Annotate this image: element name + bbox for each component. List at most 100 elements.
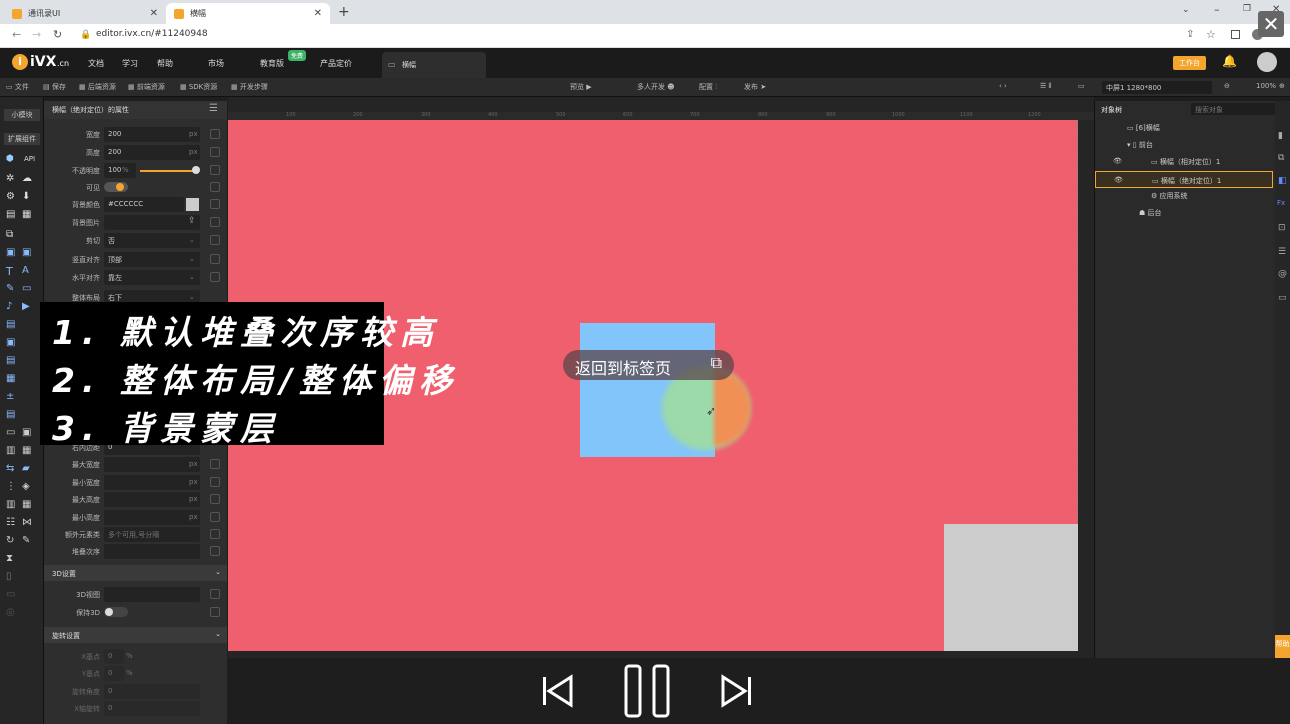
reload-icon[interactable]: ↻ — [53, 28, 62, 41]
form-icon[interactable]: ▤ — [6, 409, 15, 420]
copy-icon[interactable]: ⧉ — [6, 229, 13, 240]
rotate-angle-input[interactable]: 0 — [104, 684, 200, 699]
share-icon[interactable]: ⇪ — [1186, 29, 1194, 40]
dim2-icon[interactable]: ◎ — [6, 607, 15, 618]
tab-extensions[interactable]: 扩展组件 — [4, 133, 40, 145]
cloud-icon[interactable]: ☁ — [22, 173, 32, 184]
y-origin-input[interactable]: 0 — [104, 666, 124, 681]
minimize-icon[interactable]: – — [1214, 3, 1220, 16]
section-3d[interactable]: 3D设置 ⌄ — [44, 565, 227, 581]
link-icon[interactable] — [210, 235, 220, 245]
toolbar-file[interactable]: ▭ 文件 — [6, 82, 29, 92]
link-icon[interactable] — [210, 494, 220, 504]
refresh-icon[interactable]: ↻ — [6, 535, 14, 546]
bookmark-star-icon[interactable]: ☆ — [1206, 28, 1216, 41]
bg-color-input[interactable]: #CCCCCC — [104, 197, 184, 212]
publish-button[interactable]: 发布 ➤ — [744, 82, 766, 92]
fx-icon[interactable]: Fx — [1277, 199, 1285, 207]
height-input[interactable]: 200 — [104, 145, 200, 160]
upload-icon[interactable]: ⇪ — [188, 216, 196, 226]
folder-icon[interactable]: ▰ — [22, 463, 30, 474]
link-icon[interactable] — [210, 607, 220, 617]
panel-icon[interactable]: ▣ — [6, 337, 15, 348]
image-icon[interactable]: ▣ — [6, 247, 15, 258]
x-rotate-input[interactable]: 0 — [104, 701, 200, 716]
share-node-icon[interactable]: ⋈ — [22, 517, 32, 528]
back-icon[interactable]: ← — [12, 28, 21, 41]
download-icon[interactable]: ⬇ — [22, 191, 30, 202]
code-icon[interactable]: ▭ — [1278, 293, 1287, 303]
logic-icon[interactable]: ◧ — [1278, 176, 1287, 186]
user-avatar[interactable] — [1257, 52, 1277, 72]
link-icon[interactable] — [210, 129, 220, 139]
tree-item-root[interactable]: ▭ [6]横幅 — [1127, 123, 1160, 133]
close-tab-icon[interactable]: ✕ — [150, 8, 158, 19]
brush-icon[interactable]: ✎ — [22, 535, 30, 546]
min-width-input[interactable] — [104, 475, 200, 490]
tree-icon[interactable]: ☷ — [6, 517, 15, 528]
link-icon[interactable] — [210, 217, 220, 227]
menu-learn[interactable]: 学习 — [122, 58, 138, 69]
multi-dev-button[interactable]: 多人开发 ☻ — [637, 82, 675, 92]
gray-banner-box[interactable] — [944, 524, 1078, 651]
lock-icon[interactable]: 🔒 — [80, 30, 91, 40]
max-width-input[interactable] — [104, 457, 200, 472]
slider-icon[interactable]: ▥ — [6, 445, 15, 456]
workbench-button[interactable]: 工作台 — [1173, 56, 1206, 70]
settings-icon[interactable]: ⚙ — [6, 191, 15, 202]
keep3d-toggle[interactable] — [104, 607, 128, 617]
align-icon[interactable]: ☰ ⫴ — [1040, 82, 1051, 91]
preview-button[interactable]: 预览 ▶ — [570, 82, 592, 92]
row-icon[interactable]: ▭ — [6, 427, 15, 438]
dots-icon[interactable]: ⋮ — [6, 481, 16, 492]
list-icon[interactable]: ▤ — [6, 355, 15, 366]
opacity-input[interactable]: 100 — [104, 163, 136, 178]
browser-tab[interactable]: 通讯录UI ✕ — [4, 3, 166, 24]
dim-icon[interactable]: ▭ — [6, 589, 15, 600]
width-input[interactable]: 200 — [104, 127, 200, 142]
toolbar-frontend-resources[interactable]: ▦ 前端资源 — [128, 82, 165, 92]
close-overlay-icon[interactable]: ✕ — [1258, 11, 1284, 37]
tree-item-relative[interactable]: ▭ 横幅（相对定位）1 — [1151, 157, 1220, 167]
link-icon[interactable] — [210, 529, 220, 539]
component-icon[interactable]: ⬢ — [6, 154, 14, 164]
new-tab-icon[interactable]: + — [338, 4, 350, 20]
notification-bell-icon[interactable]: 🔔 — [1222, 54, 1237, 68]
link2-icon[interactable]: ⧉ — [1278, 153, 1284, 163]
hourglass-icon[interactable]: ⧗ — [6, 553, 13, 564]
config-button[interactable]: 配置 ⫶ — [699, 82, 717, 92]
toolbar-save[interactable]: ▤ 保存 — [43, 82, 66, 92]
zoom-in-icon[interactable]: ⊕ — [1279, 82, 1285, 90]
video-icon[interactable]: ▶ — [22, 301, 30, 312]
url-text[interactable]: editor.ivx.cn/#11240948 — [96, 29, 208, 39]
gear-icon[interactable]: ✲ — [6, 173, 14, 184]
object-tree-tab[interactable]: 对象树 — [1101, 105, 1122, 115]
link-icon[interactable] — [210, 589, 220, 599]
link-icon[interactable] — [210, 512, 220, 522]
link-icon[interactable] — [210, 182, 220, 192]
toolbar-backend-resources[interactable]: ▦ 后端资源 — [79, 82, 116, 92]
link-icon[interactable] — [210, 199, 220, 209]
toolbar-sdk-resources[interactable]: ▦ SDK资源 — [180, 82, 217, 92]
browser-tab-active[interactable]: 横幅 ✕ — [166, 3, 330, 24]
section-rotate[interactable]: 旋转设置 ⌄ — [44, 627, 227, 643]
tree-item-backend[interactable]: ☗ 后台 — [1139, 208, 1162, 218]
link-icon[interactable] — [210, 477, 220, 487]
tab-small-modules[interactable]: 小模块 — [4, 109, 40, 121]
link-icon[interactable] — [210, 165, 220, 175]
restore-icon[interactable]: ❐ — [1243, 4, 1251, 14]
api-label[interactable]: API — [24, 155, 35, 163]
x-origin-input[interactable]: 0 — [104, 649, 124, 664]
eye-icon[interactable]: 👁 — [1114, 176, 1123, 184]
pause-icon[interactable] — [623, 663, 673, 719]
clip-select[interactable]: 否 — [104, 233, 200, 248]
3d-view-input[interactable] — [104, 587, 200, 602]
extra-class-input[interactable]: 多个可用,号分隔 — [104, 527, 200, 542]
device-select[interactable]: 中屏1 1280*800 — [1102, 81, 1212, 94]
css-icon[interactable]: ☰ — [1278, 247, 1286, 257]
tree-item-selected[interactable]: 👁 ▭ 横幅（绝对定位）1 — [1095, 171, 1273, 188]
color-swatch[interactable] — [186, 198, 199, 211]
link-icon[interactable] — [210, 254, 220, 264]
chart-icon[interactable]: ▦ — [22, 445, 31, 456]
close-tab-icon[interactable]: ✕ — [314, 8, 322, 19]
